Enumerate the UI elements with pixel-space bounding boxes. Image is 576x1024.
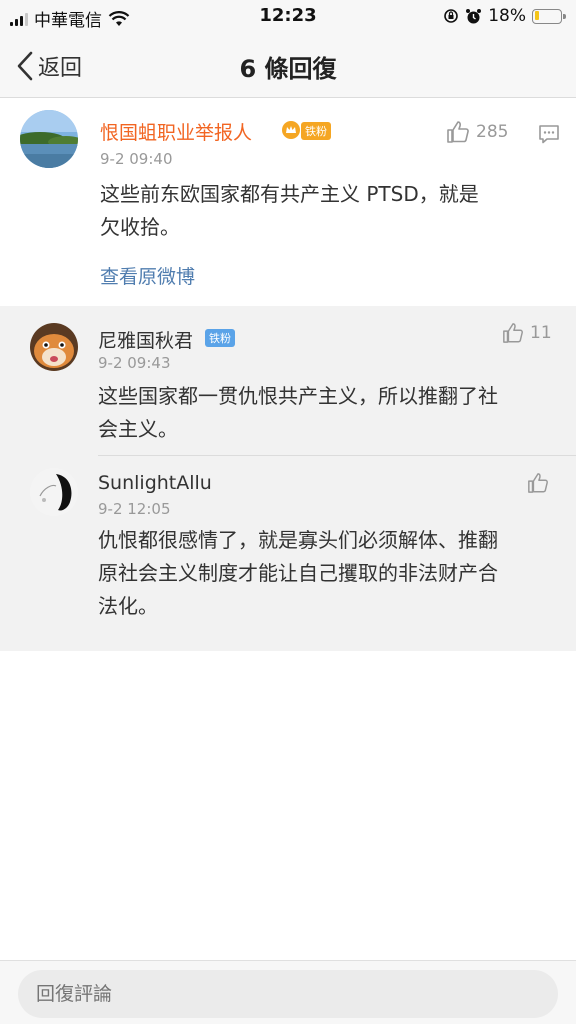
battery-icon bbox=[532, 8, 566, 24]
comment-timestamp: 9-2 09:40 bbox=[100, 150, 173, 168]
nav-bar: 返回 6 條回復 bbox=[0, 32, 576, 98]
comment-username[interactable]: 恨国蛆职业举报人 bbox=[100, 118, 252, 145]
thumbs-up-icon bbox=[528, 473, 548, 493]
orientation-lock-icon bbox=[444, 9, 459, 23]
like-count: 11 bbox=[530, 323, 552, 343]
reply-text-line: 会主义。 bbox=[98, 417, 178, 441]
fan-badge: 铁粉 bbox=[301, 122, 331, 140]
avatar[interactable] bbox=[20, 110, 78, 168]
reply-username[interactable]: 尼雅国秋君 bbox=[98, 326, 193, 353]
fan-badge: 铁粉 bbox=[205, 329, 235, 347]
status-bar: 中華電信 12:23 18% bbox=[0, 0, 576, 32]
divider bbox=[98, 455, 576, 456]
bottom-bar bbox=[0, 960, 576, 1024]
comment-icon bbox=[539, 125, 559, 144]
page-title: 6 條回復 bbox=[239, 55, 337, 83]
avatar[interactable] bbox=[30, 468, 78, 516]
reply-timestamp: 9-2 09:43 bbox=[98, 354, 171, 372]
comment-text: 这些前东欧国家都有共产主义 PTSD，就是 欠收拾。 bbox=[100, 178, 479, 244]
view-original-link[interactable]: 查看原微博 bbox=[100, 262, 195, 289]
reply-timestamp: 9-2 12:05 bbox=[98, 500, 171, 518]
comment-text-line: 这些前东欧国家都有共产主义 PTSD，就是 bbox=[100, 182, 479, 206]
reply-text: 这些国家都一贯仇恨共产主义，所以推翻了社 会主义。 bbox=[98, 380, 498, 446]
main-comment: 恨国蛆职业举报人 铁粉 9-2 09:40 这些前东欧国家都有共产主义 PTSD… bbox=[0, 98, 576, 306]
reply-input[interactable] bbox=[18, 970, 558, 1018]
like-button[interactable]: 285 bbox=[446, 120, 508, 144]
reply-text-line: 法化。 bbox=[98, 594, 158, 618]
like-button[interactable] bbox=[527, 472, 549, 494]
reply-button[interactable] bbox=[538, 124, 560, 148]
vip-crown-icon bbox=[281, 120, 301, 144]
reply-text-line: 这些国家都一贯仇恨共产主义，所以推翻了社 bbox=[98, 384, 498, 408]
reply-text-line: 仇恨都很感情了，就是寡头们必须解体、推翻 bbox=[98, 528, 498, 552]
reply-text-line: 原社会主义制度才能让自己攫取的非法财产合 bbox=[98, 561, 498, 585]
like-button[interactable]: 11 bbox=[502, 322, 552, 344]
reply-username[interactable]: SunlightAllu bbox=[98, 472, 212, 494]
battery-percent: 18% bbox=[488, 6, 526, 26]
alarm-icon bbox=[466, 8, 482, 23]
comment-text-line: 欠收拾。 bbox=[100, 215, 180, 239]
thumbs-up-icon bbox=[503, 323, 523, 343]
thumbs-up-icon bbox=[447, 121, 469, 143]
status-right: 18% bbox=[443, 6, 566, 26]
avatar[interactable] bbox=[30, 323, 78, 371]
reply-text: 仇恨都很感情了，就是寡头们必须解体、推翻 原社会主义制度才能让自己攫取的非法财产… bbox=[98, 524, 498, 623]
like-count: 285 bbox=[476, 122, 509, 142]
replies-panel: 尼雅国秋君 铁粉 9-2 09:43 这些国家都一贯仇恨共产主义，所以推翻了社 … bbox=[0, 306, 576, 651]
